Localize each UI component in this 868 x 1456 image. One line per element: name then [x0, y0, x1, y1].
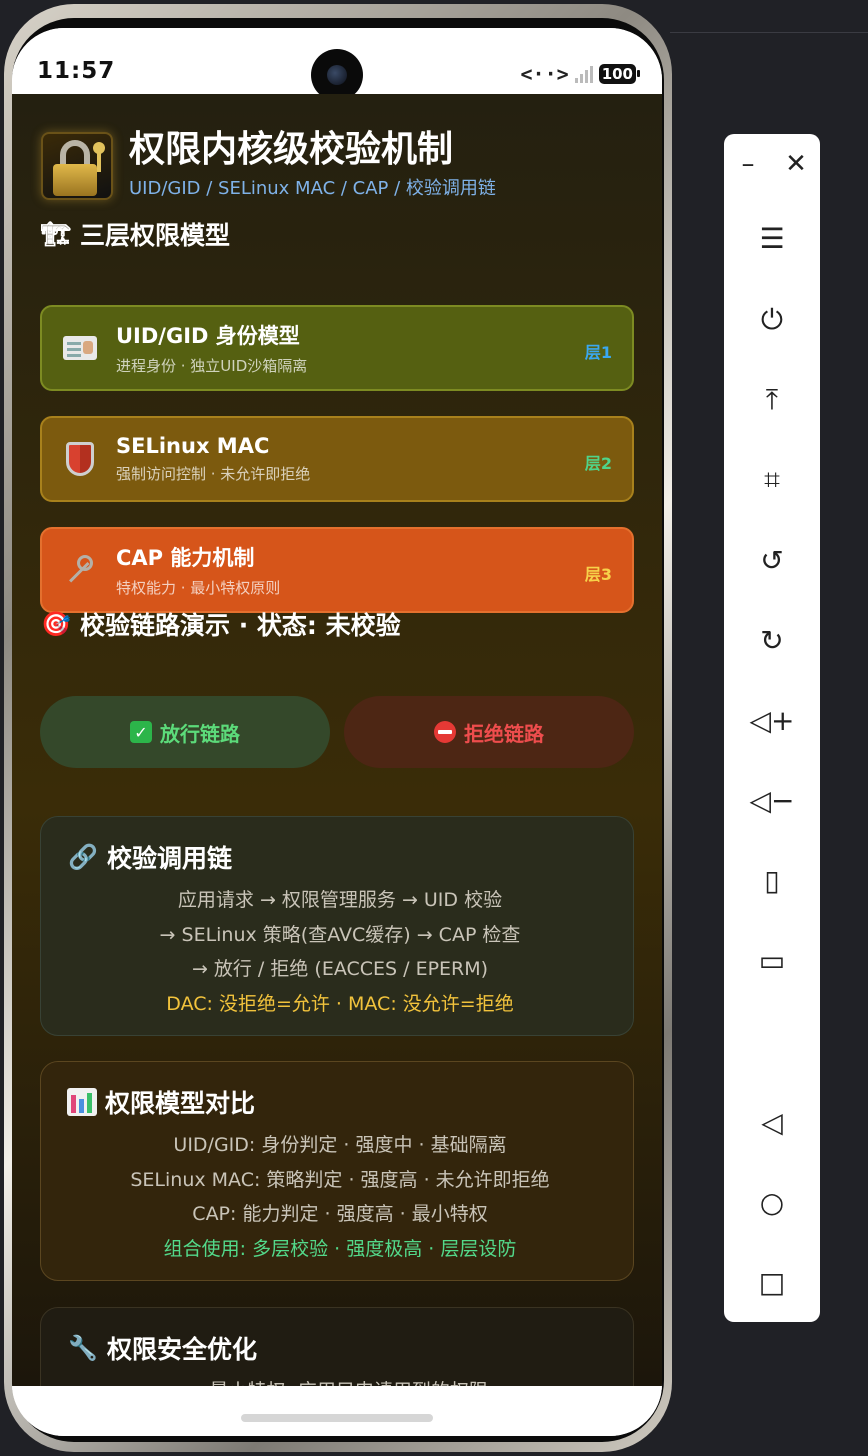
check-icon: ✓ — [130, 721, 152, 743]
layer-card-uid[interactable]: UID/GID 身份模型 进程身份 · 独立UID沙箱隔离 层1 — [40, 305, 634, 391]
compare-line: UID/GID: 身份判定 · 强度中 · 基础隔离 — [173, 1134, 507, 1156]
status-icons: <··> 100 — [520, 62, 641, 86]
compare-line: SELinux MAC: 策略判定 · 强度高 · 未允许即拒绝 — [130, 1168, 550, 1191]
optimize-title-label: 权限安全优化 — [107, 1335, 258, 1364]
crane-icon: 🏗 — [40, 220, 72, 248]
deny-chain-button[interactable]: 拒绝链路 — [344, 696, 634, 768]
key-icon — [62, 552, 98, 588]
page-subtitle: UID/GID / SELinux MAC / CAP / 校验调用链 — [129, 178, 496, 199]
shake-icon[interactable]: ▯ — [724, 858, 820, 902]
deny-chain-label: 拒绝链路 — [464, 721, 544, 746]
shield-icon — [62, 441, 98, 477]
signal-icon — [574, 65, 593, 83]
background-divider — [670, 32, 868, 33]
status-time: 11:57 — [37, 58, 116, 84]
chain-line: → 放行 / 拒绝 (EACCES / EPERM) — [191, 958, 489, 980]
volume-down-icon[interactable]: ◁− — [724, 778, 820, 822]
layer-name: UID/GID 身份模型 — [116, 324, 300, 348]
section-demo-label: 校验链路演示 · 状态: 未校验 — [80, 611, 401, 640]
layer-tag: 层3 — [584, 565, 612, 584]
section-demo-title: 🎯 校验链路演示 · 状态: 未校验 — [40, 606, 401, 642]
app-header: 权限内核级校验机制 UID/GID / SELinux MAC / CAP / … — [41, 129, 496, 200]
chain-card-title: 🔗 校验调用链 — [67, 839, 613, 875]
section-layers-title: 🏗 三层权限模型 — [40, 216, 230, 252]
rotate-left-icon[interactable]: ↺ — [724, 538, 820, 582]
emulator-toolbar: – ✕ ☰ ⏻ ⤒ ⌗ ↺ ↻ ◁+ ◁− ▯ ▭ ◁ ○ □ — [724, 134, 820, 1322]
compare-card-title: 权限模型对比 — [67, 1084, 613, 1120]
compare-title-label: 权限模型对比 — [105, 1089, 256, 1118]
chain-title-label: 校验调用链 — [107, 844, 233, 873]
chain-line: → SELinux 策略(查AVC缓存) → CAP 检查 — [159, 923, 521, 946]
target-icon: 🎯 — [41, 610, 71, 638]
pass-chain-button[interactable]: ✓ 放行链路 — [40, 696, 330, 768]
optimize-card-title: 🔧 权限安全优化 — [67, 1330, 613, 1366]
wrench-icon: 🔧 — [68, 1334, 98, 1362]
id-card-icon — [62, 330, 98, 366]
compare-line: CAP: 能力判定 · 强度高 · 最小特权 — [192, 1203, 488, 1225]
layer-card-selinux[interactable]: SELinux MAC 强制访问控制 · 未允许即拒绝 层2 — [40, 416, 634, 502]
chain-line: 应用请求 → 权限管理服务 → UID 校验 — [177, 889, 503, 911]
crop-icon[interactable]: ⌗ — [724, 458, 820, 502]
layer-name: CAP 能力机制 — [116, 546, 255, 570]
pass-chain-label: 放行链路 — [160, 721, 240, 746]
layer-card-cap[interactable]: CAP 能力机制 特权能力 · 最小特权原则 层3 — [40, 527, 634, 613]
layer-name: SELinux MAC — [116, 434, 270, 458]
layer-tag: 层2 — [584, 454, 612, 473]
compare-highlight: 组合使用: 多层校验 · 强度极高 · 层层设防 — [163, 1237, 517, 1260]
volume-up-icon[interactable]: ◁+ — [724, 698, 820, 742]
home-indicator[interactable] — [241, 1414, 433, 1422]
status-bar: 11:57 <··> 100 — [12, 28, 662, 101]
close-icon[interactable]: ✕ — [776, 148, 816, 180]
no-entry-icon — [434, 721, 456, 743]
upload-icon[interactable]: ⤒ — [724, 378, 820, 422]
app-content: 权限内核级校验机制 UID/GID / SELinux MAC / CAP / … — [12, 94, 662, 1386]
phone-screen: 11:57 <··> 100 权限内核级校验机制 UID/GID / SELin… — [12, 28, 662, 1436]
back-icon[interactable]: ◁ — [724, 1100, 820, 1144]
link-icon: 🔗 — [68, 843, 98, 871]
menu-icon[interactable]: ☰ — [724, 216, 820, 260]
layer-desc: 强制访问控制 · 未允许即拒绝 — [116, 465, 311, 483]
gesture-bar — [12, 1386, 662, 1436]
lock-icon — [41, 132, 113, 200]
compare-card: 权限模型对比 UID/GID: 身份判定 · 强度中 · 基础隔离 SELinu… — [40, 1061, 634, 1281]
recents-icon[interactable]: □ — [724, 1260, 820, 1304]
section-layers-label: 三层权限模型 — [80, 221, 231, 250]
bar-chart-icon — [67, 1088, 97, 1116]
optimize-card: 🔧 权限安全优化 • 最小特权: 应用只申请用到的权限 — [40, 1307, 634, 1386]
chain-highlight: DAC: 没拒绝=允许 · MAC: 没允许=拒绝 — [166, 992, 514, 1015]
layer-desc: 特权能力 · 最小特权原则 — [116, 579, 281, 597]
layer-tag: 层1 — [584, 343, 612, 362]
optimize-line: • 最小特权: 应用只申请用到的权限 — [67, 1374, 613, 1386]
network-icon: <··> — [520, 62, 569, 86]
power-icon[interactable]: ⏻ — [724, 298, 820, 342]
layer-desc: 进程身份 · 独立UID沙箱隔离 — [116, 357, 308, 375]
battery-icon: 100 — [598, 64, 641, 84]
home-icon[interactable]: ○ — [724, 1180, 820, 1224]
rotate-right-icon[interactable]: ↻ — [724, 618, 820, 662]
page-title: 权限内核级校验机制 — [129, 129, 454, 170]
chain-card: 🔗 校验调用链 应用请求 → 权限管理服务 → UID 校验 → SELinux… — [40, 816, 634, 1036]
minimize-icon[interactable]: – — [728, 148, 768, 180]
device-icon[interactable]: ▭ — [724, 938, 820, 982]
